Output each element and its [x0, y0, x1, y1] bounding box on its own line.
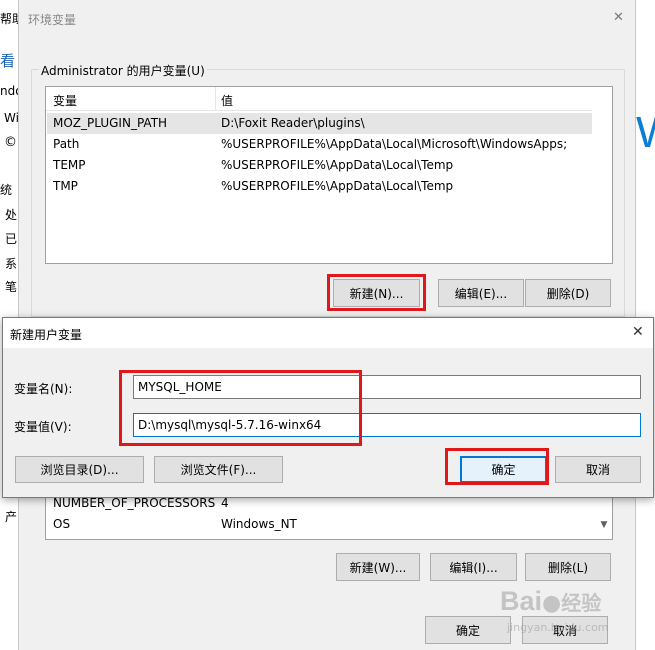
column-header-name[interactable]: 变量	[53, 92, 77, 109]
bg-fragment: 产	[5, 510, 18, 524]
paw-icon: ●	[542, 591, 562, 616]
row-value: Windows_NT	[221, 517, 297, 531]
browse-file-button[interactable]: 浏览文件(F)...	[154, 456, 283, 483]
column-divider	[215, 87, 216, 110]
watermark-url: jingyan.baidu.com	[507, 621, 609, 634]
table-row[interactable]: TMP %USERPROFILE%\AppData\Local\Temp	[47, 176, 592, 197]
row-name: OS	[53, 517, 71, 531]
highlight-box-ok	[445, 448, 549, 485]
browse-directory-button[interactable]: 浏览目录(D)...	[15, 456, 144, 483]
system-delete-button[interactable]: 删除(L)	[525, 553, 611, 581]
user-edit-button[interactable]: 编辑(E)...	[438, 279, 524, 307]
watermark-brand: Bai	[500, 586, 543, 616]
row-value: %USERPROFILE%\AppData\Local\Microsoft\Wi…	[221, 137, 568, 151]
dialog-titlebar: 新建用户变量 ✕	[3, 318, 653, 348]
bg-fragment: 笔	[5, 280, 18, 294]
table-row[interactable]: MOZ_PLUGIN_PATH D:\Foxit Reader\plugins\	[47, 113, 592, 134]
dialog-cancel-button[interactable]: 取消	[555, 456, 641, 483]
highlight-box-inputs	[119, 370, 362, 446]
user-delete-button[interactable]: 删除(D)	[525, 279, 611, 307]
new-user-variable-dialog: 新建用户变量 ✕ 变量名(N): MYSQL_HOME 变量值(V): D:\m…	[2, 317, 654, 498]
table-row[interactable]: OS Windows_NT	[47, 514, 592, 535]
system-new-button[interactable]: 新建(W)...	[336, 553, 420, 581]
row-name: Path	[53, 137, 80, 151]
close-icon[interactable]: ✕	[613, 10, 624, 25]
bg-fragment: 系	[5, 257, 18, 271]
highlight-box-new	[327, 274, 426, 311]
row-value: %USERPROFILE%\AppData\Local\Temp	[221, 158, 454, 172]
scroll-down-icon[interactable]: ▼	[596, 517, 612, 533]
user-vars-group-label: Administrator 的用户变量(U)	[39, 62, 207, 79]
row-value: D:\Foxit Reader\plugins\	[221, 116, 365, 130]
bg-fragment: ©	[4, 135, 17, 150]
bg-fragment: 已	[5, 232, 18, 246]
baidu-watermark: Bai●经验	[500, 586, 601, 617]
dialog-title: 新建用户变量	[10, 328, 83, 342]
row-value: 4	[221, 496, 229, 510]
bg-fragment-right: W	[636, 108, 655, 158]
row-name: TMP	[53, 179, 78, 193]
row-name: TEMP	[53, 158, 86, 172]
bg-fragment: 统	[0, 183, 13, 197]
window-title: 环境变量	[28, 13, 77, 27]
variable-value-label: 变量值(V):	[14, 420, 72, 434]
row-value: %USERPROFILE%\AppData\Local\Temp	[221, 179, 454, 193]
bg-fragment: Wi	[4, 111, 19, 125]
dialog-close-icon[interactable]: ✕	[632, 324, 644, 340]
table-row[interactable]: Path %USERPROFILE%\AppData\Local\Microso…	[47, 134, 592, 155]
variable-name-label: 变量名(N):	[14, 382, 73, 396]
user-vars-list[interactable]: 变量 值 MOZ_PLUGIN_PATH D:\Foxit Reader\plu…	[45, 86, 613, 264]
table-row[interactable]: TEMP %USERPROFILE%\AppData\Local\Temp	[47, 155, 592, 176]
bg-fragment: 处	[5, 208, 18, 222]
column-header-value[interactable]: 值	[221, 92, 233, 109]
system-edit-button[interactable]: 编辑(I)...	[430, 553, 517, 581]
row-name: NUMBER_OF_PROCESSORS	[53, 496, 216, 510]
list-header: 变量 值	[46, 87, 592, 111]
watermark-brand2: 经验	[561, 591, 602, 615]
row-name: MOZ_PLUGIN_PATH	[53, 116, 168, 130]
bg-fragment: 看	[0, 52, 16, 70]
env-ok-button[interactable]: 确定	[425, 616, 511, 644]
